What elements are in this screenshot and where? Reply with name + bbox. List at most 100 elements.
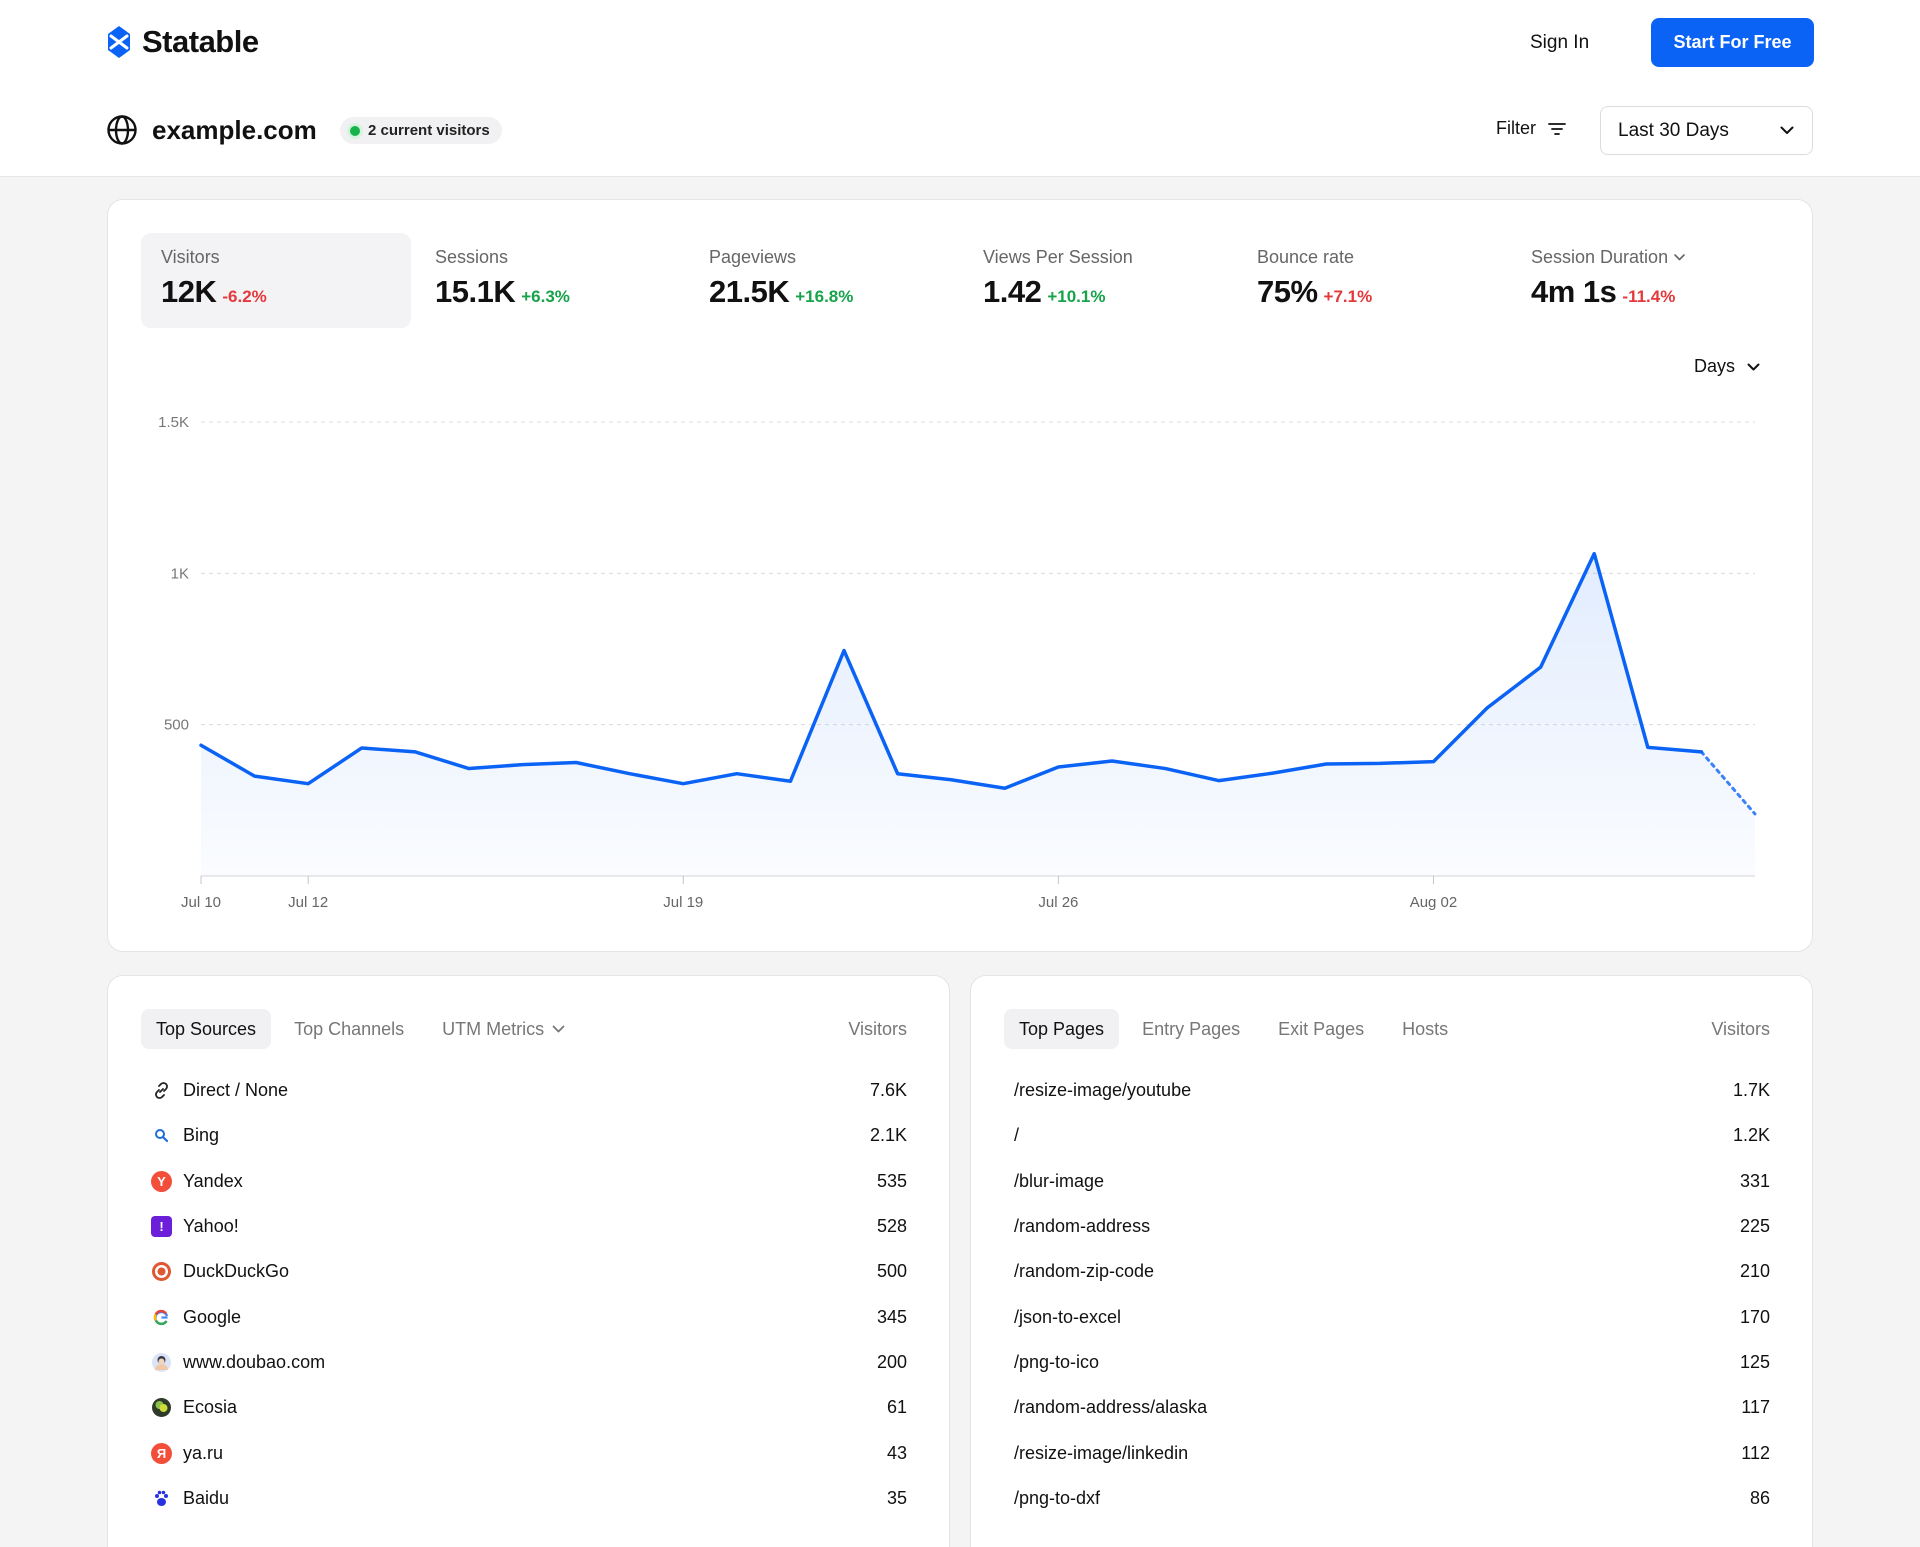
list-item-value: 200 — [876, 1351, 907, 1372]
list-item[interactable]: /blur-image 331 — [1004, 1159, 1770, 1204]
metrics-card: Visitors 12K -6.2% Sessions 15.1K +6.3% Pagevi… — [107, 199, 1813, 952]
filter-label: Filter — [1496, 118, 1536, 138]
list-item[interactable]: /resize-image/youtube 1.7K — [1004, 1068, 1770, 1113]
x-tick-label: Jul 12 — [288, 894, 328, 911]
list-item-label: /json-to-excel — [1014, 1306, 1122, 1327]
tab-top-sources[interactable]: Top Sources — [141, 1009, 272, 1049]
site-domain: example.com — [152, 114, 317, 145]
doubao-icon — [151, 1352, 172, 1373]
y-tick-label: 1K — [171, 565, 189, 582]
list-item[interactable]: / 1.2K — [1004, 1113, 1770, 1158]
list-item[interactable]: Baidu 35 — [141, 1476, 907, 1521]
y-tick-label: 500 — [164, 717, 189, 734]
list-item[interactable]: /random-address/alaska 117 — [1004, 1385, 1770, 1430]
list-item-label: /png-to-ico — [1014, 1351, 1100, 1372]
list-item[interactable]: Ecosia 61 — [141, 1385, 907, 1430]
list-item-label: DuckDuckGo — [183, 1261, 290, 1282]
duckduckgo-icon — [151, 1261, 172, 1282]
tab-utm-metrics[interactable]: UTM Metrics — [427, 1009, 580, 1049]
list-item-label: /png-to-dxf — [1014, 1487, 1101, 1508]
list-item-left: /blur-image — [1004, 1171, 1104, 1192]
pages-list: /resize-image/youtube 1.7K / 1.2K/blur-imag… — [1004, 1068, 1770, 1521]
sources-list: Direct / None 7.6K Bing 2.1K Y Yandex 535! Yaho… — [141, 1068, 907, 1521]
date-range-select[interactable]: Last 30 Days — [1600, 106, 1813, 155]
list-item-left: /resize-image/youtube — [1004, 1080, 1191, 1101]
list-item-value: 112 — [1741, 1442, 1770, 1463]
list-item[interactable]: /random-zip-code 210 — [1004, 1249, 1770, 1294]
list-item-left: Y Yandex — [141, 1170, 243, 1192]
link-icon — [151, 1080, 172, 1101]
pages-tabs: Top Pages Entry Pages Exit Pages Hosts — [1004, 1009, 1463, 1049]
list-item-left: /png-to-ico — [1004, 1352, 1099, 1373]
list-item-value: 225 — [1739, 1216, 1770, 1237]
list-item[interactable]: /png-to-ico 125 — [1004, 1340, 1770, 1385]
ecosia-icon — [151, 1397, 172, 1418]
list-item-left: /random-address — [1004, 1216, 1150, 1237]
current-visitors-badge: 2 current visitors — [340, 117, 502, 144]
list-item[interactable]: /json-to-excel 170 — [1004, 1294, 1770, 1339]
site-header: example.com — [106, 114, 317, 146]
tab-top-pages[interactable]: Top Pages — [1004, 1009, 1120, 1049]
list-item-value: 7.6K — [869, 1080, 907, 1101]
list-item-label: /blur-image — [1014, 1170, 1105, 1191]
list-item-value: 43 — [886, 1442, 907, 1463]
list-item[interactable]: DuckDuckGo 500 — [141, 1249, 907, 1294]
yahoo-icon: ! — [151, 1216, 172, 1238]
chevron-down-icon — [552, 1025, 565, 1033]
x-tick-label: Jul 26 — [1038, 894, 1078, 911]
list-item-value: 331 — [1739, 1170, 1770, 1191]
list-item-label: Yahoo! — [183, 1216, 239, 1237]
list-item-value: 125 — [1739, 1351, 1770, 1372]
chevron-down-icon — [1780, 126, 1794, 134]
top-pages-card: Top Pages Entry Pages Exit Pages Hosts V… — [970, 975, 1813, 1547]
list-item-label: Ecosia — [183, 1397, 238, 1418]
list-item[interactable]: www.doubao.com 200 — [141, 1340, 907, 1385]
pages-column-header: Visitors — [1711, 1019, 1770, 1039]
bing-icon — [151, 1125, 172, 1146]
list-item-value: 1.2K — [1732, 1125, 1770, 1146]
list-item[interactable]: /random-address 225 — [1004, 1204, 1770, 1249]
list-item[interactable]: Direct / None 7.6K — [141, 1068, 907, 1113]
list-item-value: 117 — [1741, 1397, 1770, 1418]
x-tick-label: Jul 19 — [663, 894, 703, 911]
list-item[interactable]: /png-to-dxf 86 — [1004, 1476, 1770, 1521]
tab-top-channels[interactable]: Top Channels — [279, 1009, 419, 1049]
area-fill — [201, 553, 1755, 876]
list-item-left: Baidu — [141, 1488, 229, 1509]
list-item-left: /random-address/alaska — [1004, 1397, 1207, 1418]
list-item-label: /resize-image/linkedin — [1014, 1442, 1189, 1463]
list-item-value: 35 — [886, 1487, 907, 1508]
tab-utm-metrics-label: UTM Metrics — [442, 1018, 545, 1039]
list-item-value: 86 — [1749, 1487, 1770, 1508]
list-item-left: /resize-image/linkedin — [1004, 1443, 1188, 1464]
list-item-label: /random-zip-code — [1014, 1261, 1155, 1282]
list-item[interactable]: Bing 2.1K — [141, 1113, 907, 1158]
tab-entry-pages[interactable]: Entry Pages — [1127, 1009, 1255, 1049]
tab-exit-pages[interactable]: Exit Pages — [1263, 1009, 1379, 1049]
brand-logo[interactable]: Statable — [106, 24, 259, 60]
list-item-left: /png-to-dxf — [1004, 1488, 1100, 1509]
tab-hosts[interactable]: Hosts — [1387, 1009, 1463, 1049]
list-item-label: /resize-image/youtube — [1014, 1080, 1192, 1101]
list-item-label: Bing — [183, 1125, 220, 1146]
list-item-value: 345 — [876, 1306, 907, 1327]
list-item-value: 528 — [876, 1216, 907, 1237]
list-item[interactable]: ! Yahoo! 528 — [141, 1204, 907, 1249]
list-item-value: 1.7K — [1732, 1080, 1770, 1101]
list-item[interactable]: /resize-image/linkedin 112 — [1004, 1430, 1770, 1475]
list-item-label: Direct / None — [183, 1080, 289, 1101]
list-item-left: Ecosia — [141, 1397, 237, 1418]
filter-icon — [1548, 122, 1566, 135]
list-item-label: /random-address — [1014, 1216, 1151, 1237]
list-item[interactable]: Google 345 — [141, 1294, 907, 1339]
filter-button[interactable]: Filter — [1496, 118, 1566, 139]
list-item-value: 61 — [886, 1397, 907, 1418]
visitors-line-chart[interactable]: 500 1K 1.5K Jul 10 Jul 12 Jul 19 Jul 26 Aug 02 — [108, 200, 1814, 953]
list-item-left: Bing — [141, 1125, 219, 1146]
start-for-free-button[interactable]: Start For Free — [1651, 18, 1814, 67]
sign-in-button[interactable]: Sign In — [1530, 29, 1589, 57]
list-item[interactable]: Яya.ru 43 — [141, 1430, 907, 1475]
yaru-icon: Я — [151, 1442, 172, 1464]
list-item[interactable]: Y Yandex 535 — [141, 1159, 907, 1204]
list-item-left: /json-to-excel — [1004, 1307, 1121, 1328]
